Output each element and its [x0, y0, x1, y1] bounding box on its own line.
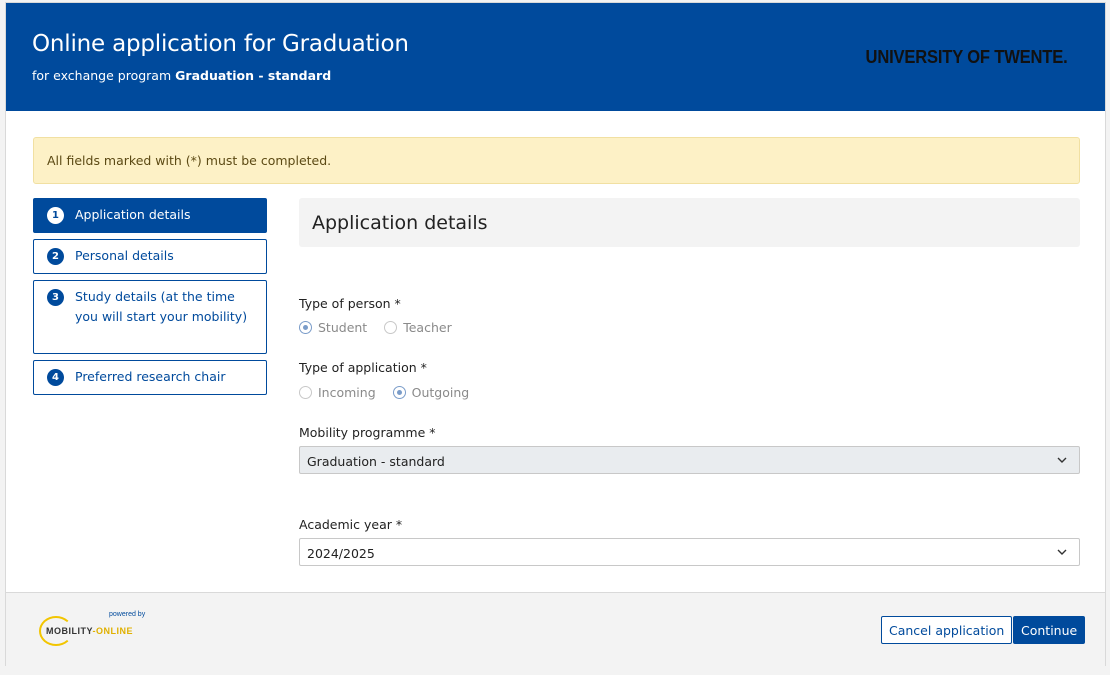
type-of-person-label: Type of person * — [299, 296, 401, 311]
step-label: Application details — [75, 207, 191, 222]
cancel-application-button[interactable]: Cancel application — [881, 616, 1013, 644]
radio-outgoing[interactable]: Outgoing — [392, 385, 470, 400]
radio-button[interactable] — [299, 386, 312, 399]
logo-powered-by: powered by — [109, 611, 146, 618]
section-header: Application details — [299, 198, 1080, 247]
section-title: Application details — [312, 212, 488, 234]
required-fields-notice: All fields marked with (*) must be compl… — [33, 137, 1080, 184]
step-number: 3 — [47, 289, 64, 306]
radio-label: Teacher — [403, 320, 452, 335]
radio-button[interactable] — [392, 386, 406, 399]
step-preferred-research-chair[interactable]: 4 Preferred research chair — [33, 360, 267, 395]
mobility-online-logo: powered by MOBILITY-ONLINE — [37, 611, 157, 651]
university-logo: UNIVERSITY OF TWENTE. — [865, 47, 1067, 67]
type-of-application-label: Type of application * — [299, 360, 427, 375]
step-label: Personal details — [75, 248, 174, 263]
select-value: Graduation - standard — [307, 454, 445, 469]
type-of-person-group: Student Teacher — [299, 320, 469, 335]
step-label: Preferred research chair — [75, 369, 226, 384]
step-label: Study details (at the time you will star… — [75, 289, 248, 324]
logo-word-a: MOBILITY — [46, 626, 93, 636]
radio-teacher[interactable]: Teacher — [384, 320, 452, 335]
type-of-application-group: Incoming Outgoing — [299, 385, 486, 400]
page-header: Online application for Graduation for ex… — [6, 3, 1105, 111]
radio-incoming[interactable]: Incoming — [299, 385, 376, 400]
radio-label: Incoming — [318, 385, 376, 400]
radio-student[interactable]: Student — [299, 320, 367, 335]
subtitle-prefix: for exchange program — [32, 68, 172, 83]
radio-button[interactable] — [384, 321, 398, 334]
academic-year-select[interactable]: 2024/2025 — [299, 538, 1080, 566]
chevron-down-icon — [1057, 457, 1067, 463]
continue-button[interactable]: Continue — [1013, 616, 1086, 644]
step-study-details[interactable]: 3 Study details (at the time you will st… — [33, 280, 267, 354]
select-value: 2024/2025 — [307, 546, 375, 561]
page-footer: powered by MOBILITY-ONLINE Cancel applic… — [6, 592, 1105, 666]
chevron-down-icon — [1057, 549, 1067, 555]
page-subtitle: for exchange program Graduation - standa… — [32, 68, 331, 83]
logo-wordmark: MOBILITY-ONLINE — [46, 626, 133, 636]
logo-word-b: -ONLINE — [92, 626, 133, 636]
application-card: Online application for Graduation for ex… — [5, 2, 1106, 666]
mobility-programme-label: Mobility programme * — [299, 425, 436, 440]
radio-button[interactable] — [299, 321, 312, 334]
step-number: 2 — [47, 248, 64, 265]
radio-label: Student — [318, 320, 368, 335]
mobility-programme-select[interactable]: Graduation - standard — [299, 446, 1080, 474]
step-number: 4 — [47, 369, 64, 386]
subtitle-program: Graduation - standard — [175, 68, 332, 83]
radio-label: Outgoing — [411, 385, 470, 400]
academic-year-label: Academic year * — [299, 517, 403, 532]
step-personal-details[interactable]: 2 Personal details — [33, 239, 267, 274]
step-number: 1 — [47, 207, 64, 224]
step-application-details[interactable]: 1 Application details — [33, 198, 267, 233]
page-title: Online application for Graduation — [32, 31, 409, 57]
